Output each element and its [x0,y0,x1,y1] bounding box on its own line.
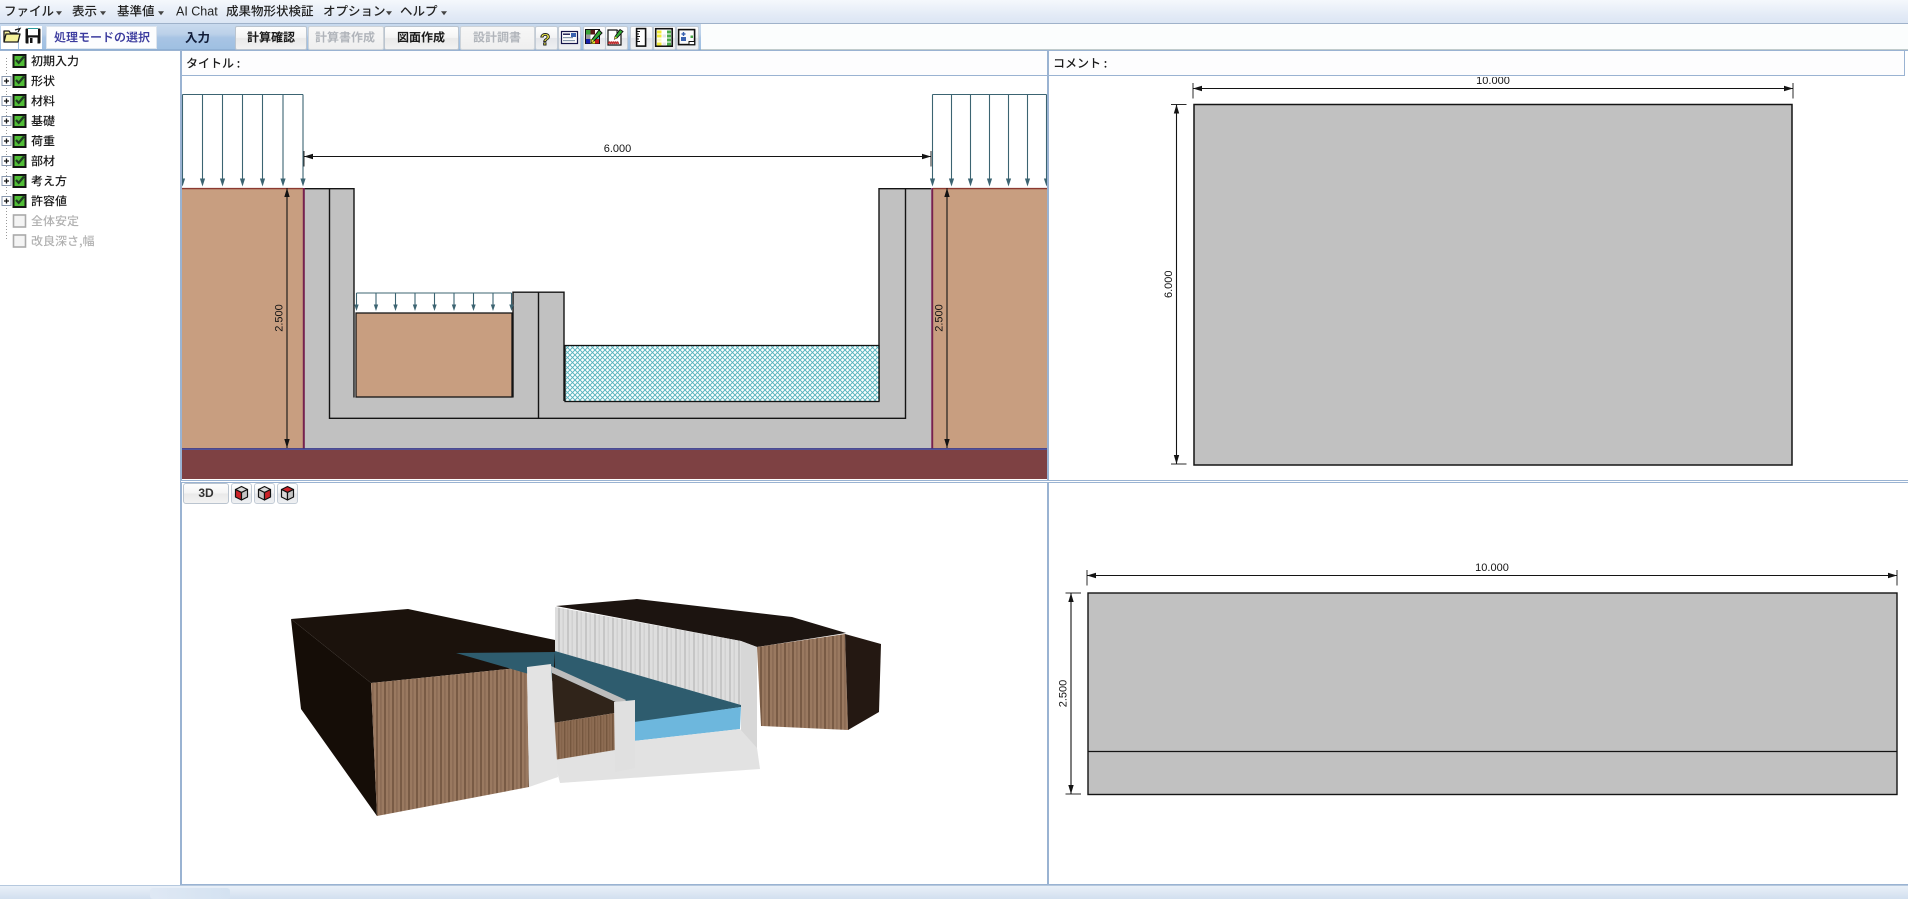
svg-text:10.000: 10.000 [1476,77,1510,87]
svg-text:10.000: 10.000 [1475,562,1509,574]
svg-text:6.000: 6.000 [1163,270,1175,298]
svg-text:?: ? [540,30,550,49]
svg-text:2.500: 2.500 [1058,680,1070,708]
svg-text:AI Chat: AI Chat [176,5,218,19]
svg-text:6.000: 6.000 [604,143,632,155]
svg-text:2.500: 2.500 [934,304,946,332]
svg-text:2.500: 2.500 [274,304,286,332]
